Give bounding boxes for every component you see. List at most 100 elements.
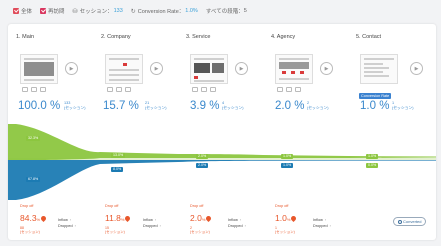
dropped-link[interactable]: Dropped ›: [313, 223, 331, 229]
mobile-icon: [125, 87, 131, 92]
flow-links-service: Inflow › Dropped ›: [228, 217, 246, 229]
dropoff-label: Drop off: [20, 204, 34, 208]
dropoff-value: 11.8: [105, 213, 121, 223]
all-steps-value: 5: [243, 8, 247, 14]
dropoff-unit: (セッション): [275, 230, 295, 235]
tablet-icon: [201, 87, 207, 92]
flow-chip-inflow: 13.0%: [111, 153, 126, 158]
play-icon[interactable]: ▶: [65, 62, 78, 75]
dropoff-label: Drop off: [105, 204, 119, 208]
dropped-link[interactable]: Dropped ›: [58, 223, 76, 229]
dropoff-agency: Drop off 1.0% 1 (セッション): [275, 204, 298, 235]
play-icon[interactable]: ▶: [410, 62, 423, 75]
dropoff-service: Drop off 2.0% 2 (セッション): [190, 204, 213, 235]
flow-chip-inflow: 1.0%: [281, 154, 294, 159]
filter-all-checkbox[interactable]: 全体: [13, 7, 32, 15]
flow-links-agency: Inflow › Dropped ›: [313, 217, 331, 229]
funnel-step-agency: 4. Agency ▶ 2.0 % 2 (セッション): [263, 24, 348, 134]
flow-chip-dropped: 1.0%: [281, 163, 294, 168]
step-title: 3. Service: [186, 34, 211, 40]
sessions-stat: ⛁ セッション： 133: [73, 7, 123, 15]
tablet-icon: [31, 87, 37, 92]
step-title: 4. Agency: [271, 34, 296, 40]
play-icon[interactable]: ▶: [150, 62, 163, 75]
step-title: 5. Contact: [356, 34, 382, 40]
flow-chip-inflow: 2.0%: [196, 154, 209, 159]
device-icons: [22, 87, 46, 92]
step-percentage: 2.0 %: [275, 100, 305, 112]
dropoff-value: 84.3: [20, 213, 37, 223]
page-thumbnail[interactable]: [20, 54, 58, 84]
funnel-step-service: 3. Service ▶ 3.9 % 4 (セッション): [178, 24, 263, 134]
filter-revisit-label: 再訪問: [48, 9, 65, 15]
mobile-icon: [210, 87, 216, 92]
dropoff-label: Drop off: [275, 204, 289, 208]
step-title: 1. Main: [16, 34, 35, 40]
flow-chip-dropped: 67.8%: [26, 177, 41, 182]
flow-links-main: Inflow › Dropped ›: [58, 217, 76, 229]
desktop-icon: [107, 87, 113, 92]
dropped-link[interactable]: Dropped ›: [143, 223, 161, 229]
sessions-icon: ⛁: [72, 8, 78, 15]
converted-button[interactable]: Converted: [393, 217, 427, 226]
page-thumbnail[interactable]: [105, 54, 143, 84]
flow-chip-inflow: 32.3%: [26, 136, 41, 141]
step-session-count: 4 (セッション): [222, 101, 244, 110]
dropoff-main: Drop off 84.3% 88 (セッション): [20, 204, 48, 235]
desktop-icon: [192, 87, 198, 92]
page-thumbnail[interactable]: [275, 54, 313, 84]
fire-icon: [124, 214, 132, 223]
step-percentage: 1.0 %: [360, 100, 390, 112]
device-icons: [192, 87, 216, 92]
step-session-count: 1 (セッション): [392, 101, 414, 110]
fire-icon: [40, 214, 48, 223]
dropoff-unit: (セッション): [20, 230, 40, 235]
desktop-icon: [22, 87, 28, 92]
flow-chip-dropped: 2.0%: [196, 163, 209, 168]
flow-chip-dropped: 0.0%: [366, 163, 379, 168]
page-thumbnail[interactable]: [360, 54, 398, 84]
device-icons: [107, 87, 131, 92]
funnel-step-main: 1. Main ▶ 100.0 % 133 (セッション): [8, 24, 93, 134]
filter-revisit-checkbox[interactable]: 再訪問: [40, 7, 65, 15]
sessions-label: セッション：: [79, 9, 113, 15]
device-icons: [277, 87, 301, 92]
play-icon[interactable]: ▶: [235, 62, 248, 75]
tablet-icon: [286, 87, 292, 92]
converted-icon: [398, 219, 402, 224]
funnel-step-contact: 5. Contact ▶ Conversion Rate 1.0 % 1 (セッシ…: [348, 24, 436, 134]
conversion-label: Conversion Rate：: [137, 9, 185, 15]
funnel-flow-chart: [8, 124, 436, 200]
dropoff-unit: (セッション): [190, 230, 210, 235]
dropoff-value: 2.0: [190, 213, 202, 223]
filter-bar: 全体 再訪問 ⛁ セッション： 133 ↻ Conversion Rate： 1…: [0, 0, 441, 22]
desktop-icon: [277, 87, 283, 92]
filter-all-label: 全体: [21, 9, 33, 15]
all-steps-label: すべての段階：: [205, 9, 244, 15]
flow-links-company: Inflow › Dropped ›: [143, 217, 161, 229]
step-percentage: 15.7 %: [103, 100, 139, 112]
fire-icon: [290, 214, 298, 223]
conversion-rate-badge: Conversion Rate: [359, 93, 392, 99]
checkbox-icon: [13, 8, 19, 14]
all-steps-stat: すべての段階： 5: [206, 7, 247, 15]
conversion-stat: ↻ Conversion Rate： 1.0%: [131, 7, 198, 15]
flow-chip-inflow: 1.0%: [366, 154, 379, 159]
funnel-step-company: 2. Company ▶ 15.7 % 21 (セッション): [93, 24, 178, 134]
refresh-icon: ↻: [130, 8, 136, 15]
step-session-count: 133 (セッション): [64, 101, 86, 110]
dropoff-company: Drop off 11.8% 15 (セッション): [105, 204, 132, 235]
step-session-count: 2 (セッション): [307, 101, 329, 110]
play-icon[interactable]: ▶: [320, 62, 333, 75]
conversion-value: 1.0%: [185, 8, 198, 14]
step-session-count: 21 (セッション): [145, 101, 167, 110]
page-thumbnail[interactable]: [190, 54, 228, 84]
funnel-panel: 1. Main ▶ 100.0 % 133 (セッション) 2. Company …: [8, 24, 436, 240]
step-title: 2. Company: [101, 34, 131, 40]
step-percentage: 3.9 %: [190, 100, 220, 112]
sessions-value: 133: [113, 8, 123, 14]
step-percentage: 100.0 %: [18, 100, 61, 112]
dropped-link[interactable]: Dropped ›: [228, 223, 246, 229]
dropoff-unit: (セッション): [105, 230, 125, 235]
fire-icon: [205, 214, 213, 223]
